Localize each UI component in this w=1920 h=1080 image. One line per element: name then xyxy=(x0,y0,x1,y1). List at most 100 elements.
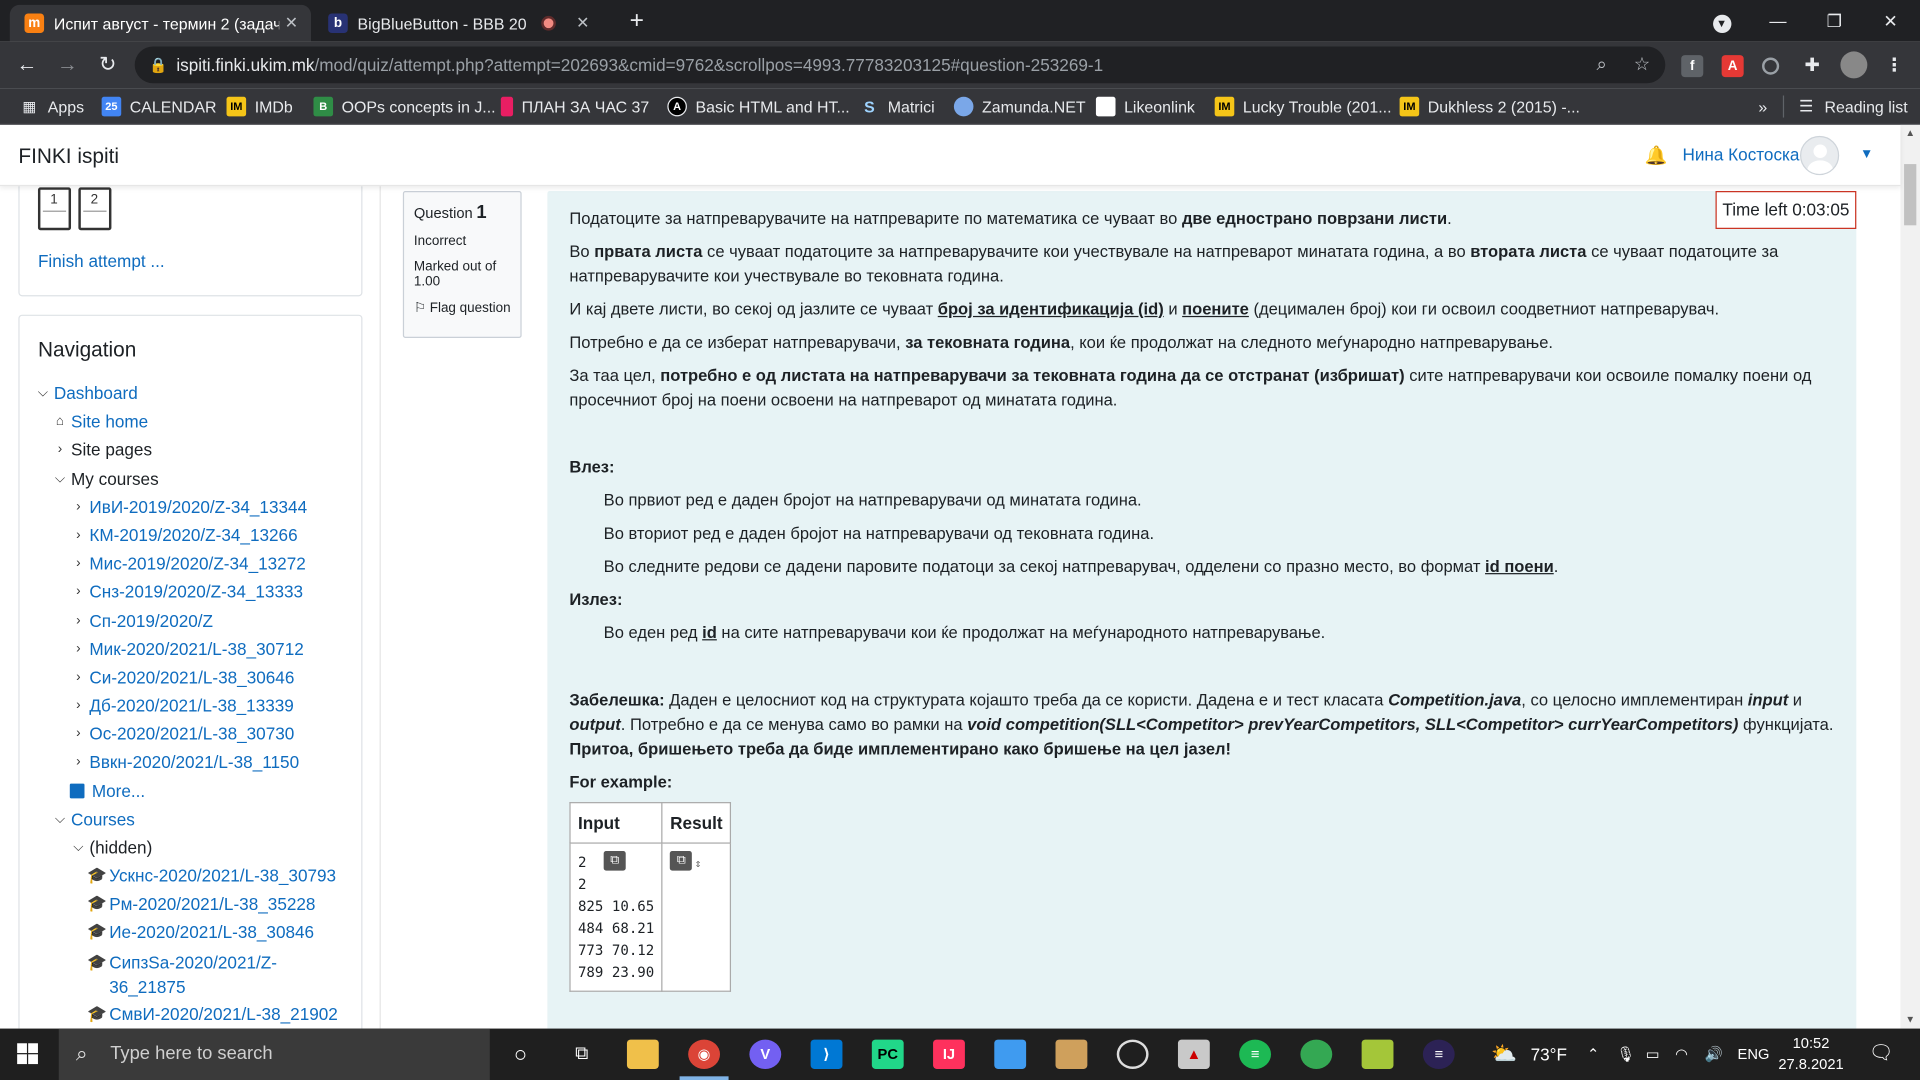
extensions-puzzle-icon[interactable]: ✚ xyxy=(1801,55,1823,77)
scroll-down-icon[interactable]: ▼ xyxy=(1900,1014,1920,1025)
minimize-button[interactable]: — xyxy=(1751,5,1805,37)
nav-dashboard[interactable]: ⌵ Dashboard xyxy=(34,383,138,403)
bookmark-zamunda[interactable]: Zamunda.NET xyxy=(953,96,1086,118)
bookmark-oops[interactable]: B OOPs concepts in J... xyxy=(313,96,496,118)
bookmark-matrici[interactable]: S Matrici xyxy=(860,96,935,118)
reload-button[interactable]: ↻ xyxy=(92,49,124,81)
bookmark-plan[interactable]: ПЛАН ЗА ЧАС 37 xyxy=(500,96,649,118)
nav-course[interactable]: › Снз-2019/2020/Z-34_13333 xyxy=(70,582,303,602)
nav-hidden-course[interactable]: 🎓 Ускнс-2020/2021/L-38_30793 xyxy=(87,866,336,886)
file-explorer-icon[interactable] xyxy=(626,1039,659,1069)
nav-more[interactable]: More... xyxy=(69,781,145,801)
expand-caret-icon[interactable]: ⇕ xyxy=(695,858,702,870)
bookmark-imdb[interactable]: IM IMDb xyxy=(226,96,293,118)
site-brand[interactable]: FINKI ispiti xyxy=(18,144,119,168)
quiz-nav-question-1[interactable]: 1 xyxy=(37,187,72,231)
tab-search-button[interactable]: ▼ xyxy=(1695,5,1749,37)
close-window-button[interactable]: ✕ xyxy=(1864,5,1918,37)
address-bar[interactable]: 🔒 ispiti.finki.ukim.mk/mod/quiz/attempt.… xyxy=(134,46,1666,84)
nav-course[interactable]: › Ос-2020/2021/L-38_30730 xyxy=(70,724,294,744)
tab-quiz-attempt[interactable]: m Испит август - термин 2 (задача ✕ xyxy=(9,4,312,42)
bookmark-html[interactable]: A Basic HTML and HT... xyxy=(667,96,850,118)
weather-temp[interactable]: 73°F xyxy=(1531,1029,1567,1080)
microphone-icon[interactable]: 🎙 xyxy=(1616,1029,1635,1080)
chrome-icon[interactable]: ◉ xyxy=(688,1039,720,1069)
nav-my-courses[interactable]: ⌵ My courses xyxy=(51,469,159,489)
profile-avatar-icon[interactable] xyxy=(1840,51,1868,79)
eclipse-icon[interactable]: ≡ xyxy=(1422,1039,1455,1069)
windows-start-icon[interactable] xyxy=(17,1043,39,1065)
scrollbar-thumb[interactable] xyxy=(1904,164,1917,226)
nav-site-pages[interactable]: › Site pages xyxy=(51,440,152,460)
pycharm-icon[interactable]: PC xyxy=(871,1039,904,1069)
restore-button[interactable]: ❐ xyxy=(1807,5,1861,37)
bookmark-apps[interactable]: ▦ Apps xyxy=(20,96,84,118)
browser-menu-icon[interactable]: ⋮ xyxy=(1883,55,1905,77)
flag-question-button[interactable]: ⚐ Flag question xyxy=(414,300,511,316)
scroll-up-icon[interactable]: ▲ xyxy=(1900,127,1920,138)
copy-icon[interactable]: ⧉ xyxy=(603,851,626,871)
tab-close-icon[interactable]: ✕ xyxy=(279,13,303,33)
more-bookmarks-button[interactable]: » xyxy=(1758,96,1767,118)
finish-attempt-link[interactable]: Finish attempt ... xyxy=(38,251,165,271)
app-icon[interactable] xyxy=(994,1039,1027,1069)
language-indicator[interactable]: ENG xyxy=(1738,1029,1770,1080)
vscode-icon[interactable]: ⟩ xyxy=(810,1039,843,1069)
nav-course[interactable]: › КМ-2019/2020/Z-34_13266 xyxy=(70,525,298,545)
tray-expand-icon[interactable]: ⌃ xyxy=(1587,1029,1599,1080)
nav-courses[interactable]: ⌵ Courses xyxy=(51,809,135,829)
facebook-extension-icon[interactable]: f xyxy=(1681,55,1704,78)
reading-list-button[interactable]: ☰ Reading list xyxy=(1796,96,1908,118)
tab-close-icon[interactable]: ✕ xyxy=(571,13,595,33)
quiz-nav-question-2[interactable]: 2 xyxy=(78,187,112,231)
nav-course[interactable]: › ИвИ-2019/2020/Z-34_13344 xyxy=(70,497,307,517)
viber-icon[interactable]: V xyxy=(749,1039,782,1069)
nav-hidden-course[interactable]: 🎓 СипзЅа-2020/2021/Z-36_21875 xyxy=(87,950,295,999)
app-icon[interactable] xyxy=(1055,1039,1088,1069)
nav-course[interactable]: › Дб-2020/2021/L-38_13339 xyxy=(70,696,294,716)
bookmark-lucky-trouble[interactable]: IM Lucky Trouble (201... xyxy=(1214,96,1392,118)
taskbar-search-input[interactable]: ⌕ Type here to search xyxy=(58,1028,490,1080)
circle-extension-icon[interactable] xyxy=(1762,57,1780,75)
nav-hidden-course[interactable]: 🎓 Рм-2020/2021/L-38_35228 xyxy=(87,894,316,914)
avatar[interactable] xyxy=(1800,135,1840,176)
nav-hidden-category[interactable]: ⌵ (hidden) xyxy=(70,838,152,858)
back-button[interactable]: ← xyxy=(11,49,43,81)
android-icon[interactable] xyxy=(1361,1039,1394,1069)
new-tab-button[interactable]: + xyxy=(620,6,654,38)
user-menu-caret-icon[interactable]: ▼ xyxy=(1860,147,1873,162)
system-clock[interactable]: 10:52 27.8.2021 xyxy=(1771,1033,1852,1075)
bookmark-dukhless[interactable]: IM Dukhless 2 (2015) -... xyxy=(1399,96,1580,118)
wifi-icon[interactable]: ◠ xyxy=(1675,1029,1688,1080)
pdf-extension-icon[interactable]: A xyxy=(1721,55,1744,78)
bookmark-calendar[interactable]: 25 CALENDAR xyxy=(101,96,216,118)
nav-hidden-course[interactable]: 🎓 Ие-2020/2021/L-38_30846 xyxy=(87,922,314,942)
bookmark-likeonlink[interactable]: Likeonlink xyxy=(1095,96,1195,118)
notifications-icon[interactable]: 🗨 xyxy=(1869,1029,1894,1080)
nav-course[interactable]: › Мик-2020/2021/L-38_30712 xyxy=(70,639,304,659)
nav-course[interactable]: › Си-2020/2021/L-38_30646 xyxy=(70,667,294,687)
forward-button[interactable]: → xyxy=(51,49,83,81)
battery-icon[interactable]: ▭ xyxy=(1646,1029,1660,1080)
nav-site-home[interactable]: ⌂ Site home xyxy=(51,411,148,431)
volume-icon[interactable]: 🔊 xyxy=(1704,1029,1722,1080)
intellij-icon[interactable]: IJ xyxy=(933,1039,965,1069)
zoom-icon[interactable]: ⌕ xyxy=(1587,47,1616,84)
obs-icon[interactable] xyxy=(1116,1039,1149,1069)
nav-hidden-course[interactable]: 🎓 СмвИ-2020/2021/L-38_21902 xyxy=(87,1004,338,1024)
popcorn-icon[interactable]: ▲ xyxy=(1177,1039,1210,1069)
page-scrollbar[interactable]: ▲ ▼ xyxy=(1900,124,1920,1029)
spotify-icon[interactable]: ≡ xyxy=(1239,1039,1272,1069)
nav-course[interactable]: › Мис-2019/2020/Z-34_13272 xyxy=(70,553,306,573)
cortana-icon[interactable]: ○ xyxy=(504,1040,536,1069)
bookmark-star-icon[interactable]: ☆ xyxy=(1627,47,1656,84)
task-view-icon[interactable]: ⧉ xyxy=(566,1040,598,1069)
weather-icon[interactable]: ⛅ xyxy=(1491,1029,1517,1080)
copy-icon[interactable]: ⧉ xyxy=(670,851,693,871)
nav-course[interactable]: › Сп-2019/2020/Z xyxy=(70,611,213,631)
notification-bell-icon[interactable]: 🔔 xyxy=(1644,144,1667,167)
tab-bigbluebutton[interactable]: b BigBlueButton - BBB 20 ✕ xyxy=(313,5,602,42)
nav-course[interactable]: › Ввкн-2020/2021/L-38_1150 xyxy=(70,752,299,772)
chrome-profile-icon[interactable] xyxy=(1300,1039,1333,1069)
user-name[interactable]: Нина Костоска xyxy=(1682,144,1799,164)
